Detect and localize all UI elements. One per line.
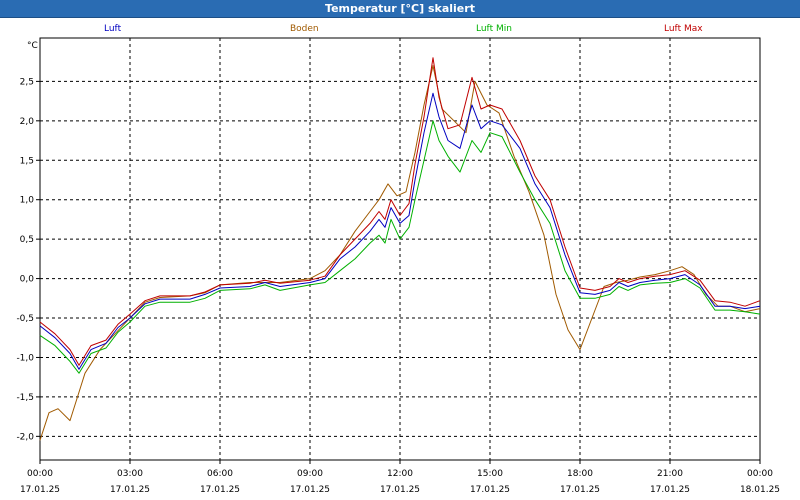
- x-tick-date: 17.01.25: [380, 485, 420, 495]
- temperature-chart: -2,0 -1,5 -1,0 -0,5 0,0 0,5 1,0 1,5 2,0 2,5 00:00 1…: [16, 37, 780, 495]
- x-tick-date: 17.01.25: [470, 485, 510, 495]
- series-luft-max-line: [39, 57, 761, 366]
- tick-labels: -2,0 -1,5 -1,0 -0,5 0,0 0,5 1,0 1,5 2,0 2,5 00:00 1…: [16, 77, 780, 495]
- x-tick-time: 09:00: [297, 469, 323, 479]
- x-tick-time: 21:00: [657, 469, 683, 479]
- x-tick-time: 18:00: [567, 469, 593, 479]
- y-tick-label: -1,5: [16, 393, 34, 403]
- x-tick-date: 17.01.25: [560, 485, 600, 495]
- axes: [36, 37, 761, 464]
- x-tick-date: 18.01.25: [740, 485, 780, 495]
- y-tick-label: -0,5: [16, 314, 34, 324]
- y-tick-label: 2,5: [20, 77, 34, 87]
- x-tick-time: 03:00: [117, 469, 143, 479]
- y-tick-label: 0,0: [20, 275, 35, 285]
- x-tick-time: 06:00: [207, 469, 233, 479]
- y-axis-unit: °C: [27, 41, 38, 51]
- y-tick-label: -2,0: [16, 432, 34, 442]
- x-tick-date: 17.01.25: [290, 485, 330, 495]
- y-tick-label: -1,0: [16, 353, 34, 363]
- x-tick-date: 17.01.25: [650, 485, 690, 495]
- x-tick-time: 12:00: [387, 469, 413, 479]
- series-boden-line: [39, 65, 761, 441]
- x-tick-time: 00:00: [747, 469, 773, 479]
- y-tick-label: 0,5: [20, 235, 34, 245]
- x-tick-date: 17.01.25: [20, 485, 60, 495]
- x-tick-time: 00:00: [27, 469, 53, 479]
- y-tick-label: 1,5: [20, 156, 34, 166]
- x-tick-time: 15:00: [477, 469, 503, 479]
- y-tick-label: 1,0: [20, 196, 35, 206]
- x-tick-date: 17.01.25: [200, 485, 240, 495]
- y-tick-label: 2,0: [20, 117, 35, 127]
- x-tick-date: 17.01.25: [110, 485, 150, 495]
- grid: [40, 38, 760, 460]
